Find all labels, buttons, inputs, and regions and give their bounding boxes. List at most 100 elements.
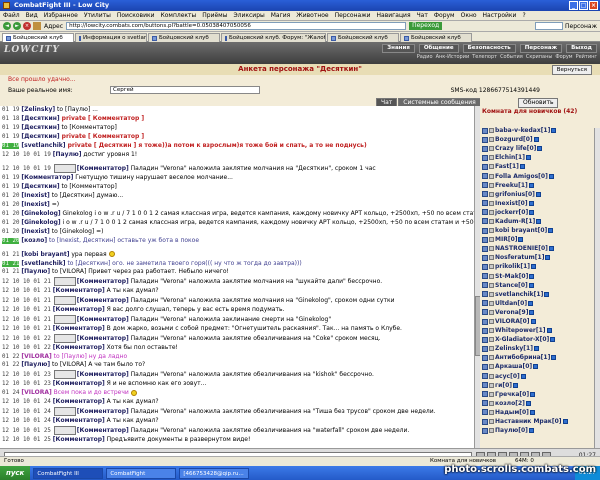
chat-nick[interactable]: [Комментатор]: [77, 316, 129, 323]
info-icon[interactable]: [546, 328, 552, 334]
chat-nick[interactable]: [Ginekolog]: [21, 210, 60, 217]
menu-item[interactable]: Настройки: [483, 11, 517, 20]
game-submenu-item[interactable]: Форум: [555, 54, 572, 61]
user-name[interactable]: Наставник Мрак[0]: [495, 418, 562, 425]
info-icon[interactable]: [529, 409, 535, 415]
user-name[interactable]: kobi brayant[0]: [495, 227, 547, 234]
info-icon[interactable]: [535, 191, 541, 197]
info-icon[interactable]: [533, 364, 539, 370]
user-row[interactable]: NASTROENIE[0]: [482, 244, 588, 253]
info-icon[interactable]: [548, 246, 554, 252]
browser-tab[interactable]: Информация о svetlanchik: [75, 33, 147, 42]
info-icon[interactable]: [518, 237, 524, 243]
user-row[interactable]: Наставник Мрак[0]: [482, 417, 588, 426]
user-name[interactable]: prikolik[1]: [495, 263, 530, 270]
info-icon[interactable]: [544, 291, 550, 297]
chat-nick[interactable]: [Комментатор]: [77, 427, 129, 434]
user-name[interactable]: Stance[0]: [495, 282, 528, 289]
chat-nick[interactable]: [svetlanchik]: [21, 260, 65, 267]
back-icon[interactable]: ◄: [3, 22, 11, 30]
info-icon[interactable]: [551, 128, 557, 134]
user-row[interactable]: Bozgurd[0]: [482, 135, 588, 144]
game-menu-item[interactable]: Знания: [382, 44, 415, 53]
menu-item[interactable]: Окно: [461, 11, 477, 20]
user-row[interactable]: jockerr[0]: [482, 208, 588, 217]
game-menu-item[interactable]: Безопасность: [462, 44, 516, 53]
browser-tab[interactable]: Бойцовский клуб: [2, 33, 74, 42]
user-name[interactable]: Bozgurd[0]: [495, 136, 533, 143]
stop-icon[interactable]: ×: [23, 22, 31, 30]
menu-item[interactable]: Файл: [3, 11, 20, 20]
chat-nick[interactable]: [Паулю]: [53, 151, 82, 158]
browser-tab[interactable]: Бойцовский клуб: [148, 33, 220, 42]
chat-nick[interactable]: [Комментатор]: [77, 278, 129, 285]
forward-icon[interactable]: ►: [13, 22, 21, 30]
search-label[interactable]: Персонаж: [565, 23, 597, 30]
user-row[interactable]: grifonius[0]: [482, 190, 588, 199]
taskbar-item[interactable]: CombatFight III: [33, 467, 104, 479]
info-icon[interactable]: [525, 155, 531, 161]
info-icon[interactable]: [528, 428, 534, 434]
info-icon[interactable]: [548, 173, 554, 179]
chat-nick[interactable]: [VILORA]: [21, 389, 51, 396]
info-icon[interactable]: [520, 373, 526, 379]
chat-nick[interactable]: [Комментатор]: [77, 335, 129, 342]
user-row[interactable]: Zelinsky[1]: [482, 344, 588, 353]
user-name[interactable]: Freeku[1]: [495, 182, 528, 189]
user-row[interactable]: X-Gladiator-X[0]: [482, 335, 588, 344]
user-name[interactable]: Fast[1]: [495, 163, 519, 170]
chat-nick[interactable]: [Комментатор]: [53, 287, 105, 294]
back-button[interactable]: Вернуться: [551, 65, 592, 75]
info-icon[interactable]: [548, 228, 554, 234]
refresh-button[interactable]: Обновить: [518, 98, 559, 108]
user-row[interactable]: Elchin[1]: [482, 153, 588, 162]
user-row[interactable]: kobi brayant[0]: [482, 226, 588, 235]
user-row[interactable]: Crazy life[0]: [482, 144, 588, 153]
browser-tab[interactable]: Бойцовский клуб: [327, 33, 399, 42]
browser-tab[interactable]: Бойцовский клуб. Форум: "Жалобы...: [221, 33, 326, 42]
chat-nick[interactable]: [Zelinsky]: [21, 106, 55, 113]
chat-nick[interactable]: [Комментатор]: [53, 436, 105, 443]
user-row[interactable]: VILORA[0]: [482, 317, 588, 326]
chat-nick[interactable]: [Комментатор]: [53, 325, 105, 332]
user-row[interactable]: асус[0]: [482, 372, 588, 381]
menu-item[interactable]: Утилиты: [84, 11, 111, 20]
chat-nick[interactable]: [Десяткин]: [21, 183, 59, 190]
user-row[interactable]: MIR[0]: [482, 235, 588, 244]
chat-nick[interactable]: [Десяткин]: [21, 115, 59, 122]
minimize-button[interactable]: _: [569, 1, 578, 10]
menu-item[interactable]: ?: [522, 11, 525, 20]
user-row[interactable]: Паулю[0]: [482, 426, 588, 435]
user-name[interactable]: Надым[0]: [495, 409, 529, 416]
user-name[interactable]: baba-v-kedax[1]: [495, 127, 550, 134]
user-name[interactable]: Антибобрина[1]: [495, 354, 550, 361]
user-row[interactable]: Stance[0]: [482, 281, 588, 290]
chat-nick[interactable]: [козло]: [21, 237, 47, 244]
user-name[interactable]: Crazy life[0]: [495, 145, 536, 152]
menu-item[interactable]: Форум: [434, 11, 455, 20]
info-icon[interactable]: [528, 300, 534, 306]
chat-nick[interactable]: [Комментатор]: [77, 371, 129, 378]
taskbar-item[interactable]: CombatFight: [106, 467, 177, 479]
info-icon[interactable]: [528, 200, 534, 206]
chat-nick[interactable]: [Комментатор]: [77, 165, 129, 172]
user-row[interactable]: Антибобрина[1]: [482, 353, 588, 362]
chat-nick[interactable]: [Inexist]: [21, 201, 49, 208]
game-submenu-item[interactable]: События: [500, 54, 523, 61]
game-submenu-item[interactable]: Скрипаны: [526, 54, 552, 61]
user-name[interactable]: NASTROENIE[0]: [495, 245, 548, 252]
info-icon[interactable]: [533, 346, 539, 352]
menu-item[interactable]: Эликсиры: [233, 11, 264, 20]
info-icon[interactable]: [525, 400, 531, 406]
taskbar-item[interactable]: [466753428@qip.ru...: [179, 467, 250, 479]
info-icon[interactable]: [529, 309, 535, 315]
info-icon[interactable]: [537, 146, 543, 152]
chat-nick[interactable]: [VILORA]: [21, 353, 51, 360]
info-icon[interactable]: [528, 282, 534, 288]
chat-nick[interactable]: [Комментатор]: [53, 380, 105, 387]
user-row[interactable]: Nosferatum[1]: [482, 253, 588, 262]
user-row[interactable]: ги[0]: [482, 381, 588, 390]
user-row[interactable]: Ultdan[0]: [482, 299, 588, 308]
user-row[interactable]: Folla Amigos[0]: [482, 171, 588, 180]
user-name[interactable]: Ultdan[0]: [495, 300, 527, 307]
